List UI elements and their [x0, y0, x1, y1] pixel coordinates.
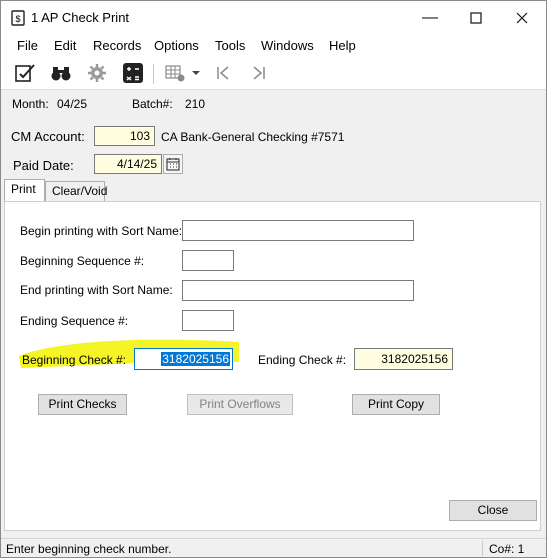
ending-check-input[interactable]: 3182025156 [354, 348, 453, 370]
toolbar-separator [153, 64, 154, 84]
chevron-down-icon[interactable] [189, 61, 203, 85]
close-icon [516, 12, 528, 24]
svg-text:$: $ [15, 14, 20, 24]
begin-sort-name-label: Begin printing with Sort Name: [20, 224, 183, 238]
calendar-icon [166, 158, 180, 171]
print-tab-panel: Begin printing with Sort Name: Beginning… [4, 201, 541, 531]
cm-account-label: CM Account: [11, 129, 85, 144]
menu-file[interactable]: File [17, 38, 38, 53]
menu-records[interactable]: Records [93, 38, 141, 53]
close-button[interactable]: Close [449, 500, 537, 521]
begin-sequence-input[interactable] [182, 250, 234, 271]
ending-check-label: Ending Check #: [258, 353, 347, 367]
tab-print[interactable]: Print [4, 179, 45, 202]
cm-account-field[interactable]: 103 [94, 126, 155, 146]
status-bar: Enter beginning check number. Co#: 1 [1, 538, 546, 557]
menu-edit[interactable]: Edit [54, 38, 76, 53]
minimize-icon: — [422, 9, 438, 26]
print-overflows-button[interactable]: Print Overflows [187, 394, 293, 415]
menu-tools[interactable]: Tools [215, 38, 245, 53]
beginning-check-label: Beginning Check #: [22, 353, 127, 367]
paid-date-label: Paid Date: [13, 158, 74, 173]
end-sort-name-label: End printing with Sort Name: [20, 283, 173, 297]
print-copy-button[interactable]: Print Copy [352, 394, 440, 415]
batch-value: 210 [185, 97, 206, 111]
close-window-button[interactable] [499, 1, 545, 35]
menu-windows[interactable]: Windows [261, 38, 314, 53]
date-picker-button[interactable] [163, 154, 183, 174]
gear-icon[interactable] [85, 61, 109, 85]
menu-help[interactable]: Help [329, 38, 356, 53]
app-icon: $ [11, 10, 25, 26]
cm-account-description: CA Bank-General Checking #7571 [161, 130, 345, 144]
beginning-check-value: 3182025156 [161, 352, 230, 366]
beginning-check-input[interactable]: 3182025156 [134, 348, 233, 370]
batch-label: Batch#: [132, 97, 173, 111]
maximize-icon [470, 12, 482, 24]
last-record-icon[interactable] [247, 61, 271, 85]
first-record-icon[interactable] [211, 61, 235, 85]
end-sequence-label: Ending Sequence #: [20, 314, 129, 328]
month-label: Month: [12, 97, 49, 111]
begin-sort-name-input[interactable] [182, 220, 414, 241]
end-sequence-input[interactable] [182, 310, 234, 331]
toolbar [1, 57, 546, 90]
begin-sequence-label: Beginning Sequence #: [20, 254, 145, 268]
paid-date-field[interactable]: 4/14/25 [94, 154, 162, 174]
binoculars-icon[interactable] [49, 61, 73, 85]
status-message: Enter beginning check number. [6, 542, 172, 556]
window-title: 1 AP Check Print [31, 10, 130, 25]
end-sort-name-input[interactable] [182, 280, 414, 301]
maximize-button[interactable] [453, 1, 499, 35]
title-bar: $ 1 AP Check Print — [1, 1, 546, 35]
company-number: Co#: 1 [489, 542, 525, 556]
month-value: 04/25 [57, 97, 88, 111]
tab-clear-void[interactable]: Clear/Void [45, 181, 107, 201]
menu-bar: File Edit Records Options Tools Windows … [1, 35, 546, 57]
calculator-icon[interactable] [121, 61, 145, 85]
ap-check-print-window: $ 1 AP Check Print — File Edit Records O… [0, 0, 547, 558]
edit-check-icon[interactable] [13, 61, 37, 85]
minimize-button[interactable]: — [407, 1, 453, 35]
print-checks-button[interactable]: Print Checks [38, 394, 127, 415]
status-divider [482, 541, 483, 556]
grid-settings-icon[interactable] [163, 61, 187, 85]
menu-options[interactable]: Options [154, 38, 199, 53]
